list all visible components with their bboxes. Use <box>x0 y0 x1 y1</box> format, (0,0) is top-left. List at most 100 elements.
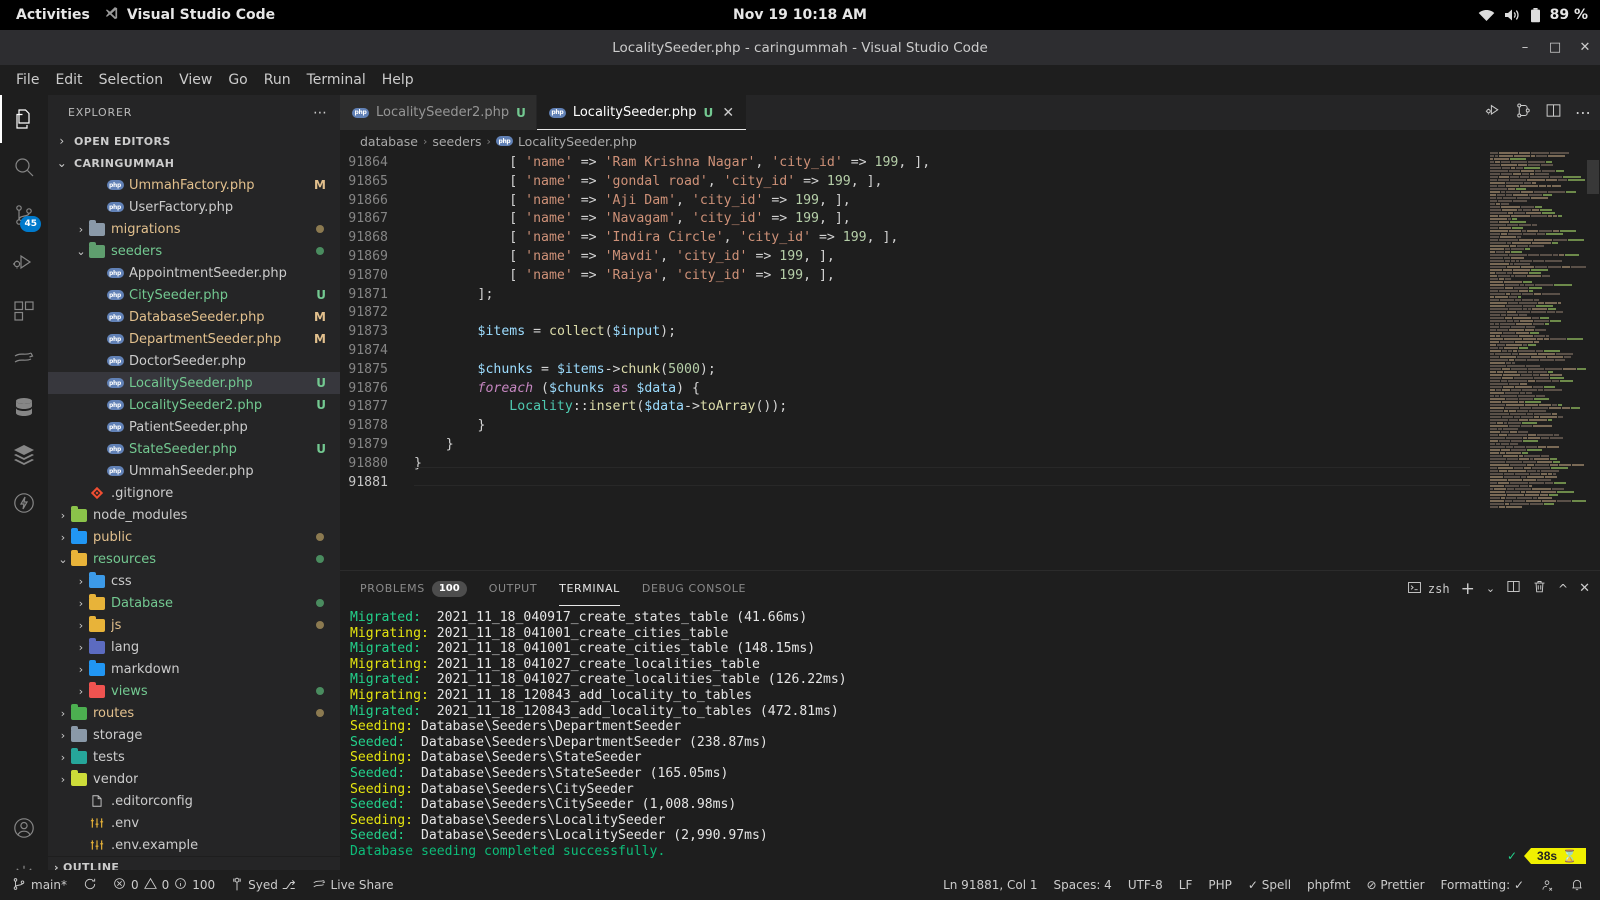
menu-terminal[interactable]: Terminal <box>299 69 374 91</box>
activities-button[interactable]: Activities <box>0 7 104 23</box>
tree-item-departmentseeder-php[interactable]: php DepartmentSeeder.php M <box>48 328 340 350</box>
tree-item-markdown[interactable]: › markdown <box>48 658 340 680</box>
tree-item-ummahseeder-php[interactable]: php UmmahSeeder.php <box>48 460 340 482</box>
tree-item-userfactory-php[interactable]: php UserFactory.php <box>48 196 340 218</box>
tree-item-seeders[interactable]: ⌄ seeders <box>48 240 340 262</box>
sidebar-item-source-control[interactable]: 45 <box>0 191 48 239</box>
sidebar-item-sql-tools[interactable] <box>0 431 48 479</box>
breadcrumb-item-seeders[interactable]: seeders <box>432 134 481 149</box>
sidebar-item-extensions[interactable] <box>0 287 48 335</box>
tab-problems[interactable]: PROBLEMS 100 <box>360 571 467 606</box>
close-button[interactable]: ✕ <box>1570 30 1600 65</box>
status-feedback[interactable] <box>1532 870 1562 900</box>
scrollbar-thumb[interactable] <box>1587 160 1599 194</box>
status-sync[interactable] <box>75 870 105 900</box>
minimap[interactable] <box>1476 152 1586 570</box>
status-bar-left[interactable]: main* 0 0 100 Syed ⎇ Live Share <box>0 870 402 900</box>
tab-output[interactable]: OUTPUT <box>489 571 537 606</box>
status-ports[interactable]: Syed ⎇ <box>223 870 303 900</box>
status-live-share[interactable]: Live Share <box>304 870 402 900</box>
tree-item-js[interactable]: › js <box>48 614 340 636</box>
editor-actions[interactable]: ⋯ <box>1485 95 1592 130</box>
tree-item-migrations[interactable]: › migrations <box>48 218 340 240</box>
menu-bar[interactable]: File Edit Selection View Go Run Terminal… <box>0 65 1600 95</box>
status-encoding[interactable]: UTF-8 <box>1120 870 1171 900</box>
open-editors-section[interactable]: › OPEN EDITORS <box>48 130 340 152</box>
kill-terminal-icon[interactable] <box>1532 579 1547 598</box>
sidebar-item-database[interactable] <box>0 383 48 431</box>
tree-item-localityseeder2-php[interactable]: php LocalitySeeder2.php U <box>48 394 340 416</box>
code-editor[interactable]: 91864 [ 'name' => 'Ram Krishna Nagar', '… <box>340 152 1600 570</box>
sidebar-item-explorer[interactable] <box>0 95 48 143</box>
sidebar-item-search[interactable] <box>0 143 48 191</box>
sidebar-item-accounts[interactable] <box>0 804 48 852</box>
status-editor-position[interactable]: Ln 91881, Col 1 <box>935 870 1045 900</box>
tree-item-database[interactable]: › Database <box>48 592 340 614</box>
tree-item-storage[interactable]: › storage <box>48 724 340 746</box>
status-formatting[interactable]: Formatting: ✓ <box>1433 870 1532 900</box>
tree-item-resources[interactable]: ⌄ resources <box>48 548 340 570</box>
close-panel-icon[interactable]: ✕ <box>1579 581 1590 596</box>
tree-item-vendor[interactable]: › vendor <box>48 768 340 790</box>
project-root-section[interactable]: ⌄ CARINGUMMAH <box>48 152 340 174</box>
terminal-dropdown-icon[interactable]: ⌄ <box>1486 582 1495 595</box>
tree-item-databaseseeder-php[interactable]: php DatabaseSeeder.php M <box>48 306 340 328</box>
gnome-status-area[interactable]: 89 % <box>1478 0 1588 30</box>
maximize-panel-icon[interactable]: ^ <box>1558 582 1568 596</box>
tree-item-editorconfig[interactable]: .editorconfig <box>48 790 340 812</box>
menu-help[interactable]: Help <box>374 69 422 91</box>
split-terminal-icon[interactable] <box>1506 579 1521 598</box>
editor-scrollbar[interactable] <box>1586 152 1600 570</box>
tree-item-gitignore[interactable]: .gitignore <box>48 482 340 504</box>
breadcrumb-item-file[interactable]: LocalitySeeder.php <box>518 134 637 149</box>
terminal-output[interactable]: Migrated: 2021_11_18_040917_create_state… <box>340 606 1600 877</box>
run-code-icon[interactable] <box>1485 102 1502 123</box>
layout-icon[interactable] <box>1545 102 1562 123</box>
tree-item-ummahfactory-php[interactable]: php UmmahFactory.php M <box>48 174 340 196</box>
tree-item-env-example[interactable]: .env.example <box>48 834 340 856</box>
status-eol[interactable]: LF <box>1171 870 1201 900</box>
more-actions-icon[interactable]: ⋯ <box>1575 103 1592 122</box>
tree-item-patientseeder-php[interactable]: php PatientSeeder.php <box>48 416 340 438</box>
tree-item-doctorseeder-php[interactable]: php DoctorSeeder.php <box>48 350 340 372</box>
file-tree[interactable]: php UmmahFactory.php Mphp UserFactory.php › m… <box>48 174 340 856</box>
menu-selection[interactable]: Selection <box>91 69 172 91</box>
ellipsis-icon[interactable]: ⋯ <box>313 105 328 121</box>
tree-item-css[interactable]: › css <box>48 570 340 592</box>
split-vertical-icon[interactable] <box>1515 102 1532 123</box>
tree-item-lang[interactable]: › lang <box>48 636 340 658</box>
tree-item-node-modules[interactable]: › node_modules <box>48 504 340 526</box>
tree-item-appointmentseeder-php[interactable]: php AppointmentSeeder.php <box>48 262 340 284</box>
status-branch[interactable]: main* <box>4 870 75 900</box>
code-viewport[interactable]: 91864 [ 'name' => 'Ram Krishna Nagar', '… <box>340 152 1600 570</box>
code-text[interactable]: 91864 [ 'name' => 'Ram Krishna Nagar', '… <box>340 152 1600 492</box>
task-timer-badge[interactable]: ✓ 38s ⌛ <box>1507 848 1586 864</box>
terminal-shell-selector[interactable]: zsh <box>1407 580 1450 598</box>
new-terminal-icon[interactable]: + <box>1461 579 1475 599</box>
tree-item-stateseeder-php[interactable]: php StateSeeder.php U <box>48 438 340 460</box>
menu-file[interactable]: File <box>8 69 47 91</box>
status-bar[interactable]: main* 0 0 100 Syed ⎇ Live Share Ln 91881… <box>0 848 1600 900</box>
tab-terminal[interactable]: TERMINAL <box>559 571 620 606</box>
tree-item-tests[interactable]: › tests <box>48 746 340 768</box>
tab-debug-console[interactable]: DEBUG CONSOLE <box>642 571 746 606</box>
activity-bar[interactable]: 45 <box>0 95 48 900</box>
status-bar-right[interactable]: Ln 91881, Col 1 Spaces: 4 UTF-8 LF PHP ✓… <box>935 870 1600 900</box>
status-indentation[interactable]: Spaces: 4 <box>1046 870 1120 900</box>
tree-item-cityseeder-php[interactable]: php CitySeeder.php U <box>48 284 340 306</box>
sidebar-item-thunder-client[interactable] <box>0 479 48 527</box>
breadcrumb[interactable]: database › seeders › php LocalitySeeder.… <box>340 130 1600 152</box>
status-notifications[interactable] <box>1562 870 1592 900</box>
tree-item-routes[interactable]: › routes <box>48 702 340 724</box>
tree-item-env[interactable]: .env <box>48 812 340 834</box>
status-spell-checker[interactable]: ✓ Spell <box>1240 870 1299 900</box>
tab-localityseeder2[interactable]: php LocalitySeeder2.php U <box>340 95 537 130</box>
breadcrumb-item-database[interactable]: database <box>360 134 418 149</box>
menu-go[interactable]: Go <box>220 69 255 91</box>
menu-edit[interactable]: Edit <box>47 69 90 91</box>
window-controls[interactable]: – □ ✕ <box>1510 30 1600 65</box>
panel-tabs[interactable]: PROBLEMS 100 OUTPUT TERMINAL DEBUG CONSO… <box>340 571 1600 606</box>
close-icon[interactable]: ✕ <box>720 105 736 121</box>
tree-item-localityseeder-php[interactable]: php LocalitySeeder.php U <box>48 372 340 394</box>
status-phpfmt[interactable]: phpfmt <box>1299 870 1358 900</box>
